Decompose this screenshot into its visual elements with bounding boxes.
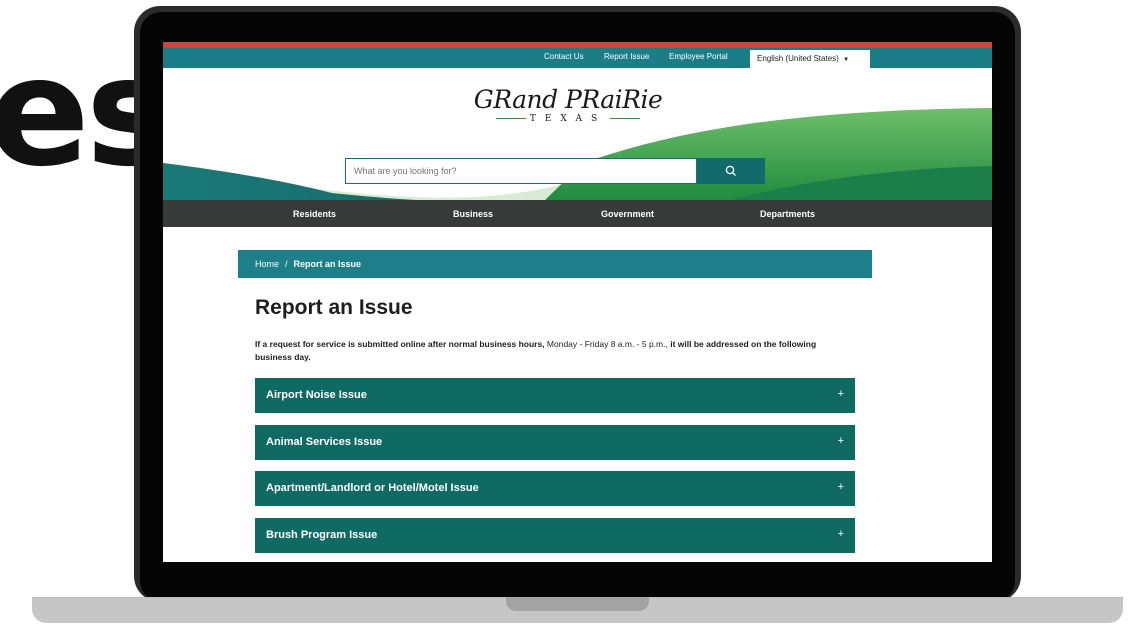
nav-departments[interactable]: Departments <box>760 209 815 219</box>
accordion-brush-program[interactable]: Brush Program Issue + <box>255 518 855 553</box>
nav-business[interactable]: Business <box>453 209 493 219</box>
search-button[interactable] <box>697 158 765 184</box>
employee-portal-link[interactable]: Employee Portal <box>669 52 728 61</box>
plus-icon: + <box>837 481 844 493</box>
accordion-animal-services[interactable]: Animal Services Issue + <box>255 425 855 460</box>
accordion-label: Brush Program Issue <box>266 529 378 541</box>
breadcrumb-home[interactable]: Home <box>255 259 279 269</box>
contact-us-link[interactable]: Contact Us <box>544 52 584 61</box>
laptop-notch <box>506 597 649 611</box>
caret-down-icon: ▼ <box>843 57 850 63</box>
plus-icon: + <box>837 388 844 400</box>
notice-bold-start: If a request for service is submitted on… <box>255 339 545 349</box>
search-input[interactable] <box>345 158 697 184</box>
breadcrumb-separator: / <box>285 259 288 269</box>
utility-bar: Contact Us Report Issue Employee Portal … <box>163 48 992 68</box>
breadcrumb-current: Report an Issue <box>293 259 362 269</box>
breadcrumb: Home / Report an Issue <box>238 250 872 278</box>
plus-icon: + <box>837 435 844 447</box>
accordion-label: Animal Services Issue <box>266 436 383 448</box>
report-issue-link[interactable]: Report Issue <box>604 52 649 61</box>
accordion-airport-noise[interactable]: Airport Noise Issue + <box>255 378 855 413</box>
site-logo[interactable]: GRand PRaiRie TEXAS <box>468 86 668 134</box>
language-label: English (United States) <box>757 54 839 63</box>
language-select[interactable]: English (United States) ▼ <box>750 50 870 68</box>
browser-screen: Contact Us Report Issue Employee Portal … <box>163 42 992 562</box>
nav-residents[interactable]: Residents <box>293 209 336 219</box>
logo-subtitle: TEXAS <box>468 114 668 124</box>
plus-icon: + <box>837 528 844 540</box>
accordion-apartment-landlord[interactable]: Apartment/Landlord or Hotel/Motel Issue … <box>255 471 855 506</box>
accordion-label: Airport Noise Issue <box>266 389 367 401</box>
notice-hours: Monday - Friday 8 a.m. - 5 p.m., <box>544 339 668 349</box>
logo-wordmark: GRand PRaiRie <box>473 85 663 114</box>
search-icon <box>725 165 736 176</box>
accordion-label: Apartment/Landlord or Hotel/Motel Issue <box>266 482 479 494</box>
main-nav: Residents Business Government Department… <box>163 200 992 227</box>
page-title: Report an Issue <box>255 296 413 319</box>
nav-government[interactable]: Government <box>601 209 654 219</box>
service-notice: If a request for service is submitted on… <box>255 338 855 364</box>
